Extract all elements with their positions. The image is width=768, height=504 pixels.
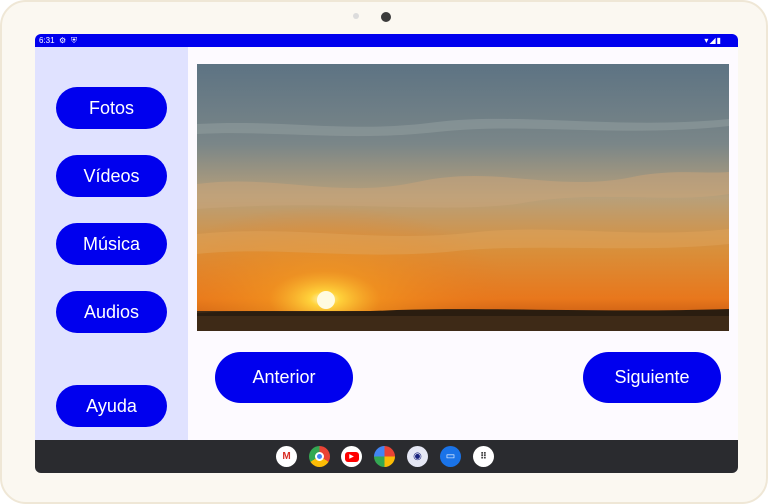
gmail-icon[interactable]: M — [276, 446, 297, 467]
tablet-frame: 6:31 ⚙ ⛨ ▾◢▮ Fotos Vídeos Música Audios … — [0, 0, 768, 504]
battery-icon: ▮ — [716, 36, 722, 45]
photos-icon[interactable] — [374, 446, 395, 467]
sensor-dot — [353, 13, 359, 19]
chrome-icon[interactable] — [309, 446, 330, 467]
front-camera — [381, 12, 391, 22]
assistant-icon[interactable]: ◉ — [407, 446, 428, 467]
sidebar-item-ayuda[interactable]: Ayuda — [56, 385, 167, 427]
shield-icon: ⛨ — [71, 36, 77, 45]
signal-icon: ◢ — [709, 36, 717, 45]
messages-icon[interactable]: ▭ — [440, 446, 461, 467]
previous-button[interactable]: Anterior — [215, 352, 353, 403]
sidebar-item-fotos[interactable]: Fotos — [56, 87, 167, 129]
youtube-icon[interactable]: ▶ — [341, 446, 362, 467]
sidebar-item-audios[interactable]: Audios — [56, 291, 167, 333]
main-content: Anterior Siguiente — [188, 47, 738, 440]
screen: 6:31 ⚙ ⛨ ▾◢▮ Fotos Vídeos Música Audios … — [35, 34, 738, 473]
sunset-photo — [197, 64, 729, 331]
taskbar: M ▶ ◉ ▭ ⠿ — [35, 440, 738, 473]
app-drawer-icon[interactable]: ⠿ — [473, 446, 494, 467]
next-button[interactable]: Siguiente — [583, 352, 721, 403]
status-time: 6:31 — [39, 36, 55, 45]
sidebar-item-musica[interactable]: Música — [56, 223, 167, 265]
sidebar-item-videos[interactable]: Vídeos — [56, 155, 167, 197]
sidebar: Fotos Vídeos Música Audios Ayuda — [35, 47, 188, 440]
gear-icon: ⚙ — [59, 36, 67, 45]
status-bar: 6:31 ⚙ ⛨ ▾◢▮ — [35, 34, 738, 47]
